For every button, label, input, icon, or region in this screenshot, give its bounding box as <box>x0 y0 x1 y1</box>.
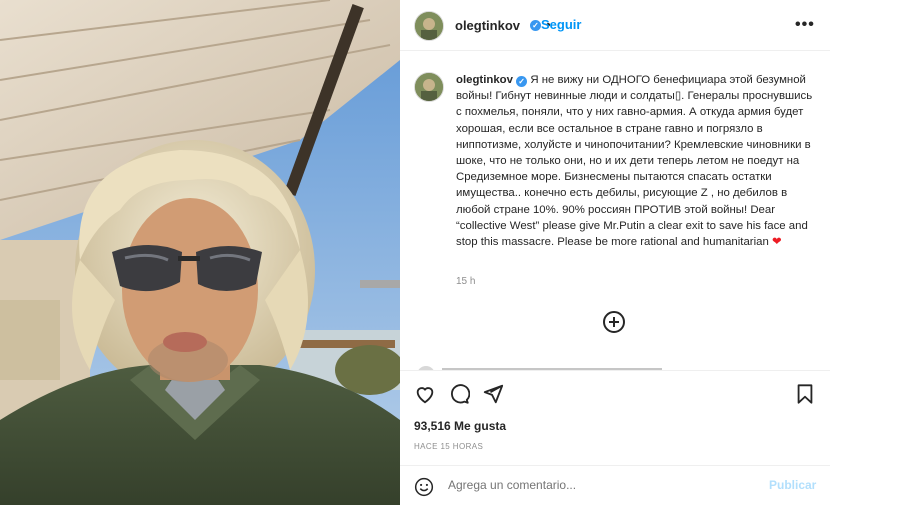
verified-badge-icon: ✓ <box>516 76 528 87</box>
post-time-ago[interactable]: HACE 15 HORAS <box>414 442 483 451</box>
comment-bar: Publicar <box>400 465 830 506</box>
post-caption: olegtinkov ✓ Я не вижу ни ОДНОГО бенефиц… <box>456 72 818 250</box>
author-username[interactable]: olegtinkov <box>455 18 520 33</box>
heart-icon[interactable] <box>414 383 436 405</box>
selfie-image <box>0 0 400 505</box>
verified-badge-icon: ✓ <box>530 20 541 31</box>
author-avatar[interactable] <box>414 11 444 41</box>
comment-icon[interactable] <box>448 383 470 405</box>
avatar-image <box>415 12 443 40</box>
caption-avatar[interactable] <box>414 72 444 102</box>
caption-username[interactable]: olegtinkov <box>456 74 513 86</box>
heart-emoji: ❤ <box>771 236 782 249</box>
more-options-button[interactable]: ••• <box>795 16 815 34</box>
emoji-icon[interactable] <box>414 477 434 497</box>
partial-comment-row <box>412 360 830 370</box>
publish-button[interactable]: Publicar <box>769 478 816 492</box>
likes-count[interactable]: 93,516 Me gusta <box>414 419 506 433</box>
caption-timestamp[interactable]: 15 h <box>456 276 475 287</box>
partial-comment-graphic <box>418 366 662 370</box>
right-blank-area <box>830 0 900 505</box>
avatar-image <box>415 73 443 101</box>
post-panel: olegtinkov ✓ • Seguir ••• olegtinkov ✓ Я… <box>400 0 830 505</box>
share-icon[interactable] <box>482 383 504 405</box>
caption-text: Я не вижу ни ОДНОГО бенефициара этой без… <box>456 74 813 249</box>
post-actions-bar <box>400 370 830 421</box>
add-circle-icon[interactable] <box>603 311 625 333</box>
bookmark-icon[interactable] <box>794 383 816 405</box>
comment-input[interactable] <box>448 478 748 492</box>
post-photo[interactable] <box>0 0 400 505</box>
follow-button[interactable]: Seguir <box>541 17 581 32</box>
post-header: olegtinkov ✓ • Seguir ••• <box>400 0 830 51</box>
